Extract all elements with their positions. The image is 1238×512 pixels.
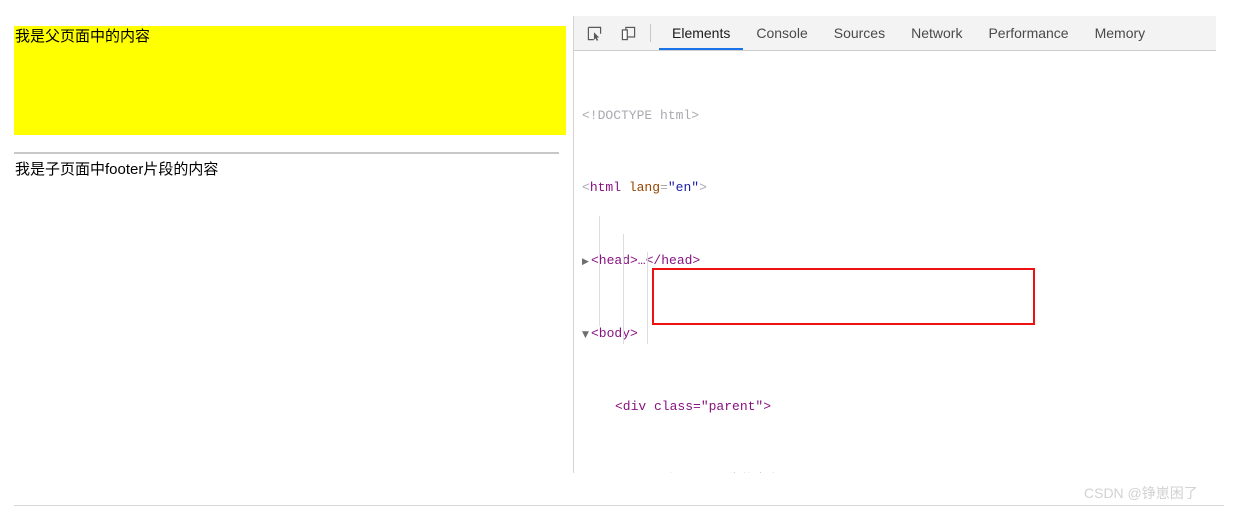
tab-network[interactable]: Network — [898, 16, 975, 50]
dom-row-html-open[interactable]: <html lang="en"> — [574, 179, 1238, 197]
rendered-page-pane: 我是父页面中的内容 我是子页面中footer片段的内容 — [0, 0, 573, 473]
devtools-panel: Elements Console Sources Network Perform… — [574, 0, 1238, 473]
toolbar-separator — [650, 24, 651, 42]
indent-guide — [647, 252, 648, 344]
head-line-text: <head>…</head> — [591, 253, 701, 269]
dom-row-body-open[interactable]: ▼ <body> — [574, 325, 1238, 343]
footer-content-text: 我是子页面中footer片段的内容 — [15, 161, 219, 178]
html-attr-value: "en" — [667, 180, 700, 196]
parent-div-open-text: <div class="parent"> — [615, 398, 772, 414]
dom-row-parent-open[interactable]: <div class="parent"> — [574, 398, 1238, 416]
tab-elements[interactable]: Elements — [659, 16, 744, 50]
bottom-divider — [14, 505, 1224, 506]
tab-console[interactable]: Console — [743, 16, 820, 50]
inspect-element-icon[interactable] — [580, 20, 608, 46]
chevron-right-icon[interactable]: ▶ — [582, 253, 591, 271]
devtools-toolbar: Elements Console Sources Network Perform… — [574, 16, 1216, 51]
chevron-down-icon[interactable]: ▼ — [582, 326, 591, 344]
html-close-bracket: > — [699, 180, 707, 196]
parent-content-text: 我是父页面中的内容 — [15, 28, 151, 45]
device-toolbar-glyph — [621, 26, 635, 40]
inspect-element-glyph — [587, 26, 601, 41]
dom-tree[interactable]: <!DOCTYPE html> <html lang="en"> ▶ <head>… — [574, 52, 1238, 473]
body-line-text: <body> — [591, 326, 638, 341]
dom-row-head[interactable]: ▶ <head>…</head> — [574, 252, 1238, 270]
dom-row-parent-text[interactable]: 我是父页面中的内容 — [574, 471, 1238, 473]
parent-content-block: 我是父页面中的内容 — [14, 26, 566, 135]
tab-memory[interactable]: Memory — [1082, 16, 1159, 50]
indent-guide — [599, 216, 600, 326]
doctype-text: <!DOCTYPE html> — [582, 107, 700, 123]
tab-performance[interactable]: Performance — [975, 16, 1081, 50]
html-attr-equals: = — [660, 180, 668, 196]
parent-div-text: 我是父页面中的内容 — [663, 472, 780, 473]
html-attr-name: lang — [621, 180, 661, 196]
html-tag-name: html — [589, 180, 622, 196]
bottom-watermark: CSDN @铮崽困了 — [1084, 485, 1198, 501]
device-toolbar-icon[interactable] — [614, 20, 642, 46]
dom-row-doctype[interactable]: <!DOCTYPE html> — [574, 107, 1238, 125]
html-open-bracket: < — [582, 180, 590, 196]
indent-guide — [623, 234, 624, 344]
page-divider — [14, 152, 559, 154]
tab-sources[interactable]: Sources — [821, 16, 898, 50]
